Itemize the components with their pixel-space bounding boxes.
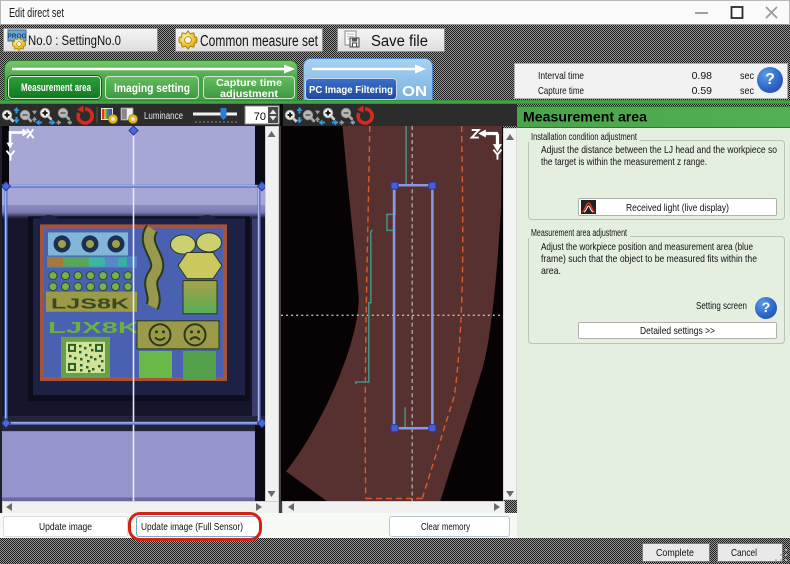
svg-text:Setting screen: Setting screen: [696, 300, 747, 312]
svg-text:Common measure set: Common measure set: [200, 33, 319, 50]
svg-text:Adjust the distance between th: Adjust the distance between the LJ head …: [541, 144, 777, 156]
svg-text:Received light (live display): Received light (live display): [626, 202, 729, 214]
svg-text:sec: sec: [740, 85, 754, 97]
svg-text:Cancel: Cancel: [731, 547, 757, 559]
svg-text:Capture time: Capture time: [538, 85, 584, 97]
svg-text:Measurement area: Measurement area: [523, 109, 647, 125]
svg-text:0.98: 0.98: [692, 70, 713, 82]
svg-text:Detailed settings >>: Detailed settings >>: [640, 325, 715, 337]
svg-text:Save file: Save file: [371, 33, 428, 50]
svg-text:Imaging setting: Imaging setting: [114, 81, 190, 95]
svg-text:0.59: 0.59: [692, 85, 713, 97]
svg-text:ON: ON: [402, 83, 427, 100]
svg-text:Complete: Complete: [656, 547, 694, 559]
svg-text:No.0 : SettingNo.0: No.0 : SettingNo.0: [28, 33, 121, 48]
svg-text:Adjust the workpiece position: Adjust the workpiece position and measur…: [541, 241, 753, 253]
svg-text:Installation condition adjustm: Installation condition adjustment: [531, 132, 637, 143]
svg-text:PC Image Filtering: PC Image Filtering: [309, 84, 393, 96]
svg-text:Interval time: Interval time: [538, 70, 584, 82]
svg-text:Update image (Full Sensor): Update image (Full Sensor): [141, 521, 243, 533]
svg-text:Edit direct set: Edit direct set: [9, 6, 64, 20]
svg-text:area.: area.: [541, 265, 561, 277]
svg-text:Clear memory: Clear memory: [421, 521, 471, 533]
svg-text:Update image: Update image: [39, 521, 92, 533]
svg-text:sec: sec: [740, 70, 754, 82]
svg-text:adjustment: adjustment: [220, 88, 279, 100]
svg-text:frame) such that the object to: frame) such that the object to be measur…: [541, 253, 757, 265]
svg-text:Measurement area: Measurement area: [21, 82, 92, 94]
svg-text:Measurement area adjustment: Measurement area adjustment: [531, 228, 627, 239]
svg-text:the target is within the measu: the target is within the measurement z r…: [541, 156, 707, 168]
